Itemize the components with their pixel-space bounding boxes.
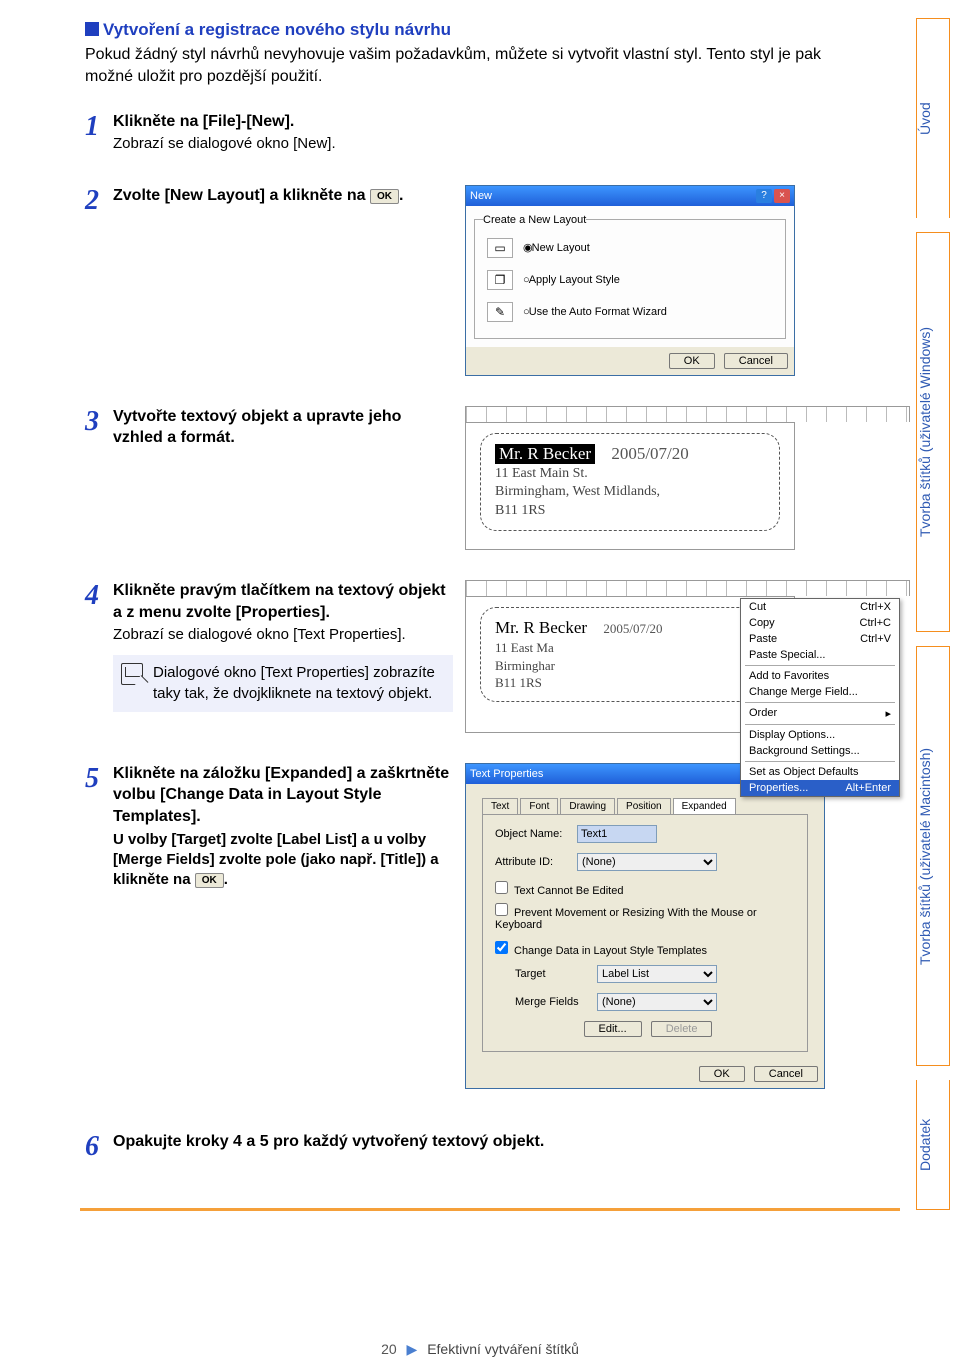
menu-cut[interactable]: CutCtrl+X xyxy=(741,599,899,615)
object-name-input[interactable] xyxy=(577,825,657,843)
page-number: 20 xyxy=(381,1341,397,1357)
step-text: Klikněte pravým tlačítkem na textový obj… xyxy=(113,580,455,623)
tab-appendix[interactable]: Dodatek xyxy=(916,1080,950,1210)
attribute-id-select[interactable]: (None) xyxy=(577,853,717,871)
menu-copy[interactable]: CopyCtrl+C xyxy=(741,615,899,631)
menu-change-merge[interactable]: Change Merge Field... xyxy=(741,684,899,700)
help-icon[interactable]: ? xyxy=(756,189,772,203)
delete-button[interactable]: Delete xyxy=(651,1021,713,1037)
label-name: Mr. R Becker xyxy=(495,618,587,637)
ruler xyxy=(465,406,910,422)
chk-text-readonly[interactable]: Text Cannot Be Edited xyxy=(495,885,623,897)
template-icon: ❐ xyxy=(487,270,513,290)
step-text: Zvolte [New Layout] a klikněte na OK. xyxy=(113,185,455,207)
chk-prevent-move[interactable]: Prevent Movement or Resizing With the Mo… xyxy=(495,907,757,931)
cancel-button[interactable]: Cancel xyxy=(754,1066,818,1082)
page-icon: ▭ xyxy=(487,238,513,258)
menu-set-defaults[interactable]: Set as Object Defaults xyxy=(741,764,899,780)
new-dialog: New ?× Create a New Layout ▭ New Layout ❐… xyxy=(465,185,795,376)
close-icon[interactable]: × xyxy=(774,189,790,203)
label-addr1: 11 East Main St. xyxy=(495,466,765,483)
menu-add-favorites[interactable]: Add to Favorites xyxy=(741,668,899,684)
wizard-icon: ✎ xyxy=(487,302,513,322)
dialog-title: New xyxy=(470,190,492,202)
label-date: 2005/07/20 xyxy=(611,444,688,463)
merge-fields-label: Merge Fields xyxy=(515,996,585,1008)
target-label: Target xyxy=(515,968,585,980)
page-footer: 20 ▶ Efektivní vytváření štítků xyxy=(0,1341,960,1358)
menu-paste[interactable]: PasteCtrl+V xyxy=(741,631,899,647)
object-name-label: Object Name: xyxy=(495,828,565,840)
tab-intro[interactable]: Úvod xyxy=(916,18,950,218)
radio-new-layout[interactable]: New Layout xyxy=(523,241,590,254)
label-addr3: B11 1RS xyxy=(495,503,765,520)
label-name: Mr. R Becker xyxy=(495,444,595,464)
step-subtext: U volby [Target] zvolte [Label List] a u… xyxy=(113,830,455,891)
step-number: 5 xyxy=(85,763,113,795)
intro-paragraph: Pokud žádný styl návrhů nevyhovuje vašim… xyxy=(85,44,845,89)
menu-order[interactable]: Order▸ xyxy=(741,705,899,722)
step-text: Klikněte na [File]-[New]. xyxy=(113,111,910,133)
merge-fields-select[interactable]: (None) xyxy=(597,993,717,1011)
text-properties-dialog: Text Properties ?× Text Font Drawing Pos… xyxy=(465,763,825,1089)
ok-button-inline: OK xyxy=(195,873,224,888)
radio-apply-style[interactable]: Apply Layout Style xyxy=(523,274,620,286)
step-number: 6 xyxy=(85,1131,113,1163)
triangle-icon: ▶ xyxy=(407,1341,418,1357)
bullet-icon xyxy=(85,22,99,36)
side-navigation: Úvod Tvorba štítků (uživatelé Windows) T… xyxy=(916,18,950,1210)
tab-position[interactable]: Position xyxy=(617,798,671,814)
step-text: Klikněte na záložku [Expanded] a zaškrtn… xyxy=(113,763,455,828)
ok-button-inline: OK xyxy=(370,189,399,204)
menu-paste-special[interactable]: Paste Special... xyxy=(741,647,899,663)
cancel-button[interactable]: Cancel xyxy=(724,353,788,369)
edit-button[interactable]: Edit... xyxy=(584,1021,642,1037)
divider xyxy=(80,1208,900,1211)
tab-font[interactable]: Font xyxy=(520,798,558,814)
target-select[interactable]: Label List xyxy=(597,965,717,983)
tab-windows[interactable]: Tvorba štítků (uživatelé Windows) xyxy=(916,232,950,632)
group-label: Create a New Layout xyxy=(483,214,586,226)
step-number: 2 xyxy=(85,185,113,217)
tab-expanded[interactable]: Expanded xyxy=(673,798,736,814)
tab-macintosh[interactable]: Tvorba štítků (uživatelé Macintosh) xyxy=(916,646,950,1066)
menu-properties[interactable]: Properties...Alt+Enter xyxy=(741,780,899,796)
step-text: Opakujte kroky 4 a 5 pro každý vytvořený… xyxy=(113,1131,910,1153)
chk-change-data[interactable]: Change Data in Layout Style Templates xyxy=(495,945,707,957)
label-date: 2005/07/20 xyxy=(603,621,662,636)
step-number: 3 xyxy=(85,406,113,438)
tab-text[interactable]: Text xyxy=(482,798,518,814)
ruler xyxy=(465,580,910,596)
step-number: 1 xyxy=(85,111,113,143)
attribute-id-label: Attribute ID: xyxy=(495,856,565,868)
footer-section: Efektivní vytváření štítků xyxy=(427,1341,579,1357)
step-text: Vytvořte textový objekt a upravte jeho v… xyxy=(113,406,455,449)
step-number: 4 xyxy=(85,580,113,612)
label-addr2: Birmingham, West Midlands, xyxy=(495,484,765,501)
menu-background[interactable]: Background Settings... xyxy=(741,743,899,759)
section-heading: Vytvoření a registrace nového stylu návr… xyxy=(85,20,910,40)
step-subtext: Zobrazí se dialogové okno [New]. xyxy=(113,134,910,154)
note-icon xyxy=(121,663,143,685)
ok-button[interactable]: OK xyxy=(669,353,715,369)
dialog-title: Text Properties xyxy=(470,768,543,780)
context-menu: CutCtrl+X CopyCtrl+C PasteCtrl+V Paste S… xyxy=(740,598,900,797)
note-box: Dialogové okno [Text Properties] zobrazí… xyxy=(113,655,453,712)
layout-canvas: Mr. R Becker 2005/07/20 11 East Main St.… xyxy=(465,422,795,550)
radio-auto-format[interactable]: Use the Auto Format Wizard xyxy=(523,306,667,318)
tab-drawing[interactable]: Drawing xyxy=(560,798,615,814)
menu-display-options[interactable]: Display Options... xyxy=(741,727,899,743)
ok-button[interactable]: OK xyxy=(699,1066,745,1082)
step-subtext: Zobrazí se dialogové okno [Text Properti… xyxy=(113,625,455,645)
